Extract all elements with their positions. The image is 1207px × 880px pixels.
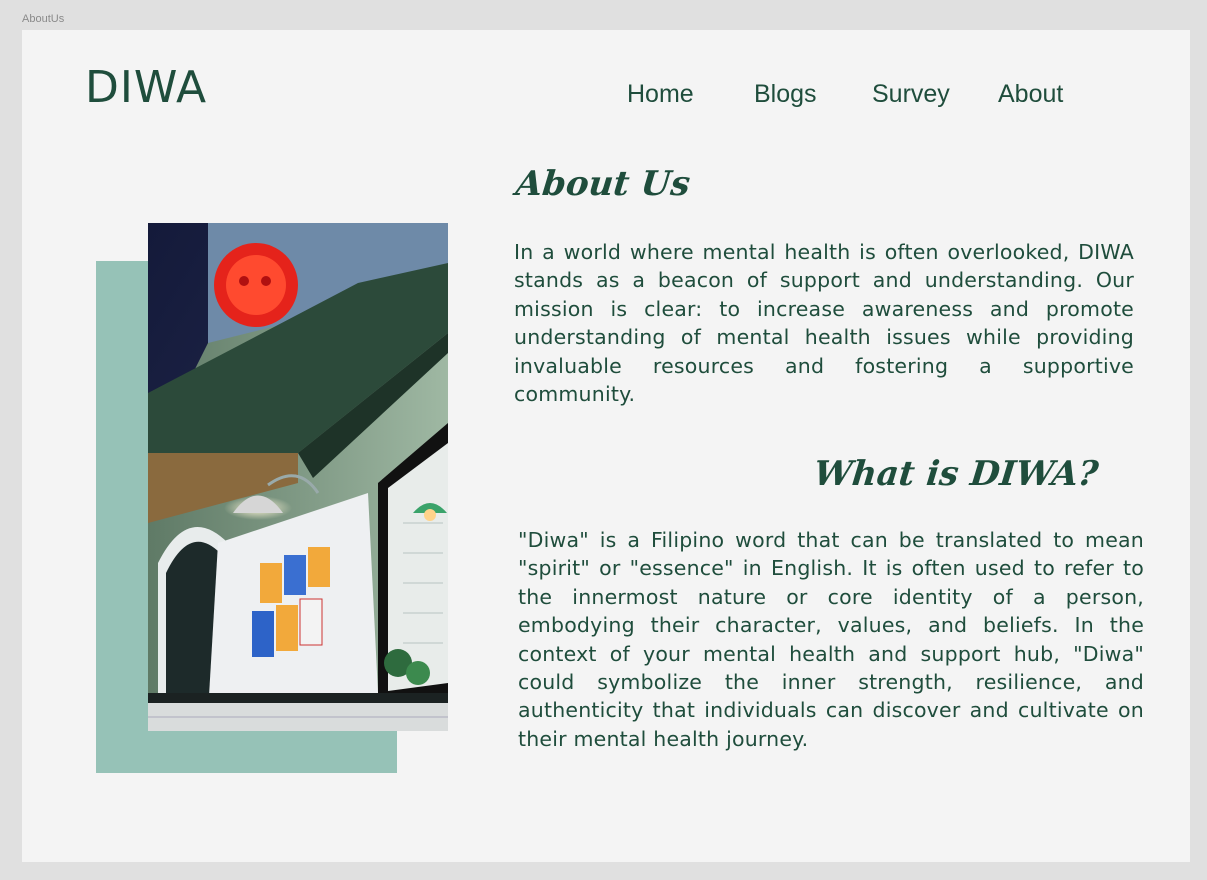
about-us-paragraph: In a world where mental health is often … [514, 240, 1134, 407]
what-is-diwa-paragraph: "Diwa" is a Filipino word that can be tr… [518, 528, 1144, 751]
nav-blogs-link[interactable]: Blogs [754, 80, 817, 109]
frame-label: AboutUs [22, 13, 65, 25]
nav-about-link[interactable]: About [998, 80, 1063, 109]
storefront-photo [148, 223, 448, 731]
what-is-diwa-heading: What is DIWA? [811, 454, 1101, 494]
about-us-heading: About Us [513, 164, 692, 204]
nav-survey-link[interactable]: Survey [872, 80, 950, 109]
nav-home-link[interactable]: Home [627, 80, 694, 109]
about-page: DIWA Home Blogs Survey About About Us In… [22, 30, 1190, 862]
main-nav: Home Blogs Survey About [22, 80, 1190, 114]
